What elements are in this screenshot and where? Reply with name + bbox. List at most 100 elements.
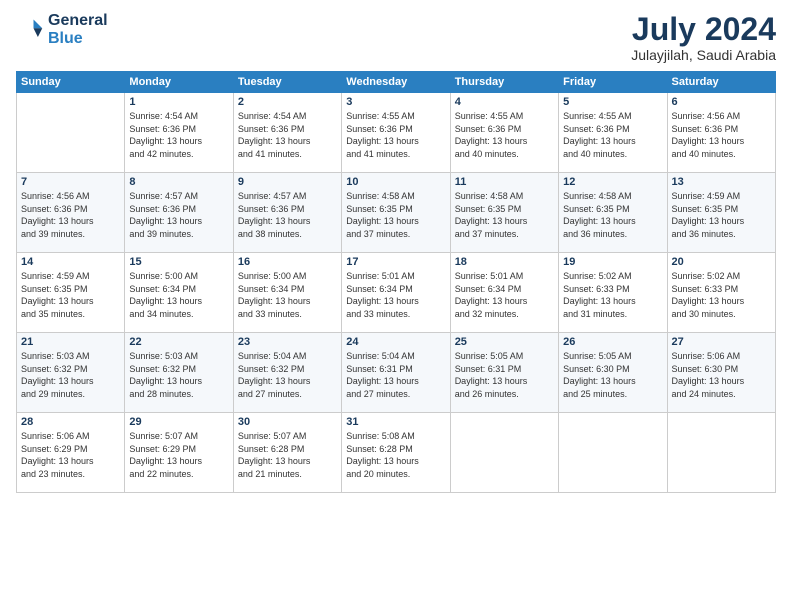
day-info: Sunrise: 5:08 AM Sunset: 6:28 PM Dayligh… <box>346 430 445 480</box>
day-cell: 15Sunrise: 5:00 AM Sunset: 6:34 PM Dayli… <box>125 253 233 333</box>
day-cell: 14 Sunrise: 4:59 AM Sunset: 6:35 PM Dayli… <box>17 253 125 333</box>
day-cell: 19 Sunrise: 5:02 AM Sunset: 6:33 PM Dayli… <box>559 253 667 333</box>
header: General Blue July 2024 Julayjilah, Saudi… <box>16 12 776 63</box>
day-cell: 6Sunrise: 4:56 AM Sunset: 6:36 PM Daylig… <box>667 93 775 173</box>
column-header-tuesday: Tuesday <box>233 72 341 93</box>
day-info: Sunrise: 4:56 AM Sunset: 6:36 PM Dayligh… <box>672 110 771 160</box>
day-info: Sunrise: 5:07 AM Sunset: 6:29 PM Dayligh… <box>129 430 228 480</box>
day-cell <box>667 413 775 493</box>
day-info: Sunrise: 5:02 AM Sunset: 6:33 PM Dayligh… <box>672 270 771 320</box>
day-info: Sunrise: 5:03 AM Sunset: 6:32 PM Dayligh… <box>129 350 228 400</box>
day-info: Sunrise: 5:04 AM Sunset: 6:31 PM Dayligh… <box>346 350 445 400</box>
month-title: July 2024 <box>631 12 776 47</box>
header-row: SundayMondayTuesdayWednesdayThursdayFrid… <box>17 72 776 93</box>
day-info: Sunrise: 5:03 AM Sunset: 6:32 PM Dayligh… <box>21 350 120 400</box>
week-row-2: 7Sunrise: 4:56 AM Sunset: 6:36 PM Daylig… <box>17 173 776 253</box>
column-header-saturday: Saturday <box>667 72 775 93</box>
day-cell: 12 Sunrise: 4:58 AM Sunset: 6:35 PM Dayli… <box>559 173 667 253</box>
day-cell: 25 Sunrise: 5:05 AM Sunset: 6:31 PM Dayli… <box>450 333 558 413</box>
day-cell: 23Sunrise: 5:04 AM Sunset: 6:32 PM Dayli… <box>233 333 341 413</box>
day-number: 26 <box>563 336 662 348</box>
day-info: Sunrise: 5:05 AM Sunset: 6:30 PM Dayligh… <box>563 350 662 400</box>
title-block: July 2024 Julayjilah, Saudi Arabia <box>631 12 776 63</box>
column-header-friday: Friday <box>559 72 667 93</box>
week-row-5: 28 Sunrise: 5:06 AM Sunset: 6:29 PM Dayli… <box>17 413 776 493</box>
day-info: Sunrise: 4:58 AM Sunset: 6:35 PM Dayligh… <box>346 190 445 240</box>
day-number: 30 <box>238 416 337 428</box>
day-number: 12 <box>563 176 662 188</box>
logo: General Blue <box>16 12 108 47</box>
day-cell: 27 Sunrise: 5:06 AM Sunset: 6:30 PM Dayli… <box>667 333 775 413</box>
day-number: 19 <box>563 256 662 268</box>
day-info: Sunrise: 5:06 AM Sunset: 6:29 PM Dayligh… <box>21 430 120 480</box>
day-cell: 1 Sunrise: 4:54 AM Sunset: 6:36 PM Daylig… <box>125 93 233 173</box>
day-info: Sunrise: 4:55 AM Sunset: 6:36 PM Dayligh… <box>563 110 662 160</box>
column-header-thursday: Thursday <box>450 72 558 93</box>
day-info: Sunrise: 4:54 AM Sunset: 6:36 PM Dayligh… <box>129 110 228 160</box>
day-number: 1 <box>129 96 228 108</box>
day-cell: 31 Sunrise: 5:08 AM Sunset: 6:28 PM Dayli… <box>342 413 450 493</box>
day-cell: 24 Sunrise: 5:04 AM Sunset: 6:31 PM Dayli… <box>342 333 450 413</box>
day-info: Sunrise: 4:55 AM Sunset: 6:36 PM Dayligh… <box>346 110 445 160</box>
day-info: Sunrise: 5:07 AM Sunset: 6:28 PM Dayligh… <box>238 430 337 480</box>
week-row-1: 1 Sunrise: 4:54 AM Sunset: 6:36 PM Daylig… <box>17 93 776 173</box>
day-number: 3 <box>346 96 445 108</box>
day-info: Sunrise: 5:02 AM Sunset: 6:33 PM Dayligh… <box>563 270 662 320</box>
logo-icon <box>16 16 44 44</box>
day-cell: 28 Sunrise: 5:06 AM Sunset: 6:29 PM Dayli… <box>17 413 125 493</box>
day-number: 9 <box>238 176 337 188</box>
day-cell: 17 Sunrise: 5:01 AM Sunset: 6:34 PM Dayli… <box>342 253 450 333</box>
logo-text: General Blue <box>48 12 108 47</box>
day-number: 25 <box>455 336 554 348</box>
day-cell <box>450 413 558 493</box>
day-cell <box>17 93 125 173</box>
day-info: Sunrise: 4:59 AM Sunset: 6:35 PM Dayligh… <box>672 190 771 240</box>
day-cell: 3 Sunrise: 4:55 AM Sunset: 6:36 PM Daylig… <box>342 93 450 173</box>
calendar-table: SundayMondayTuesdayWednesdayThursdayFrid… <box>16 71 776 493</box>
day-info: Sunrise: 5:01 AM Sunset: 6:34 PM Dayligh… <box>455 270 554 320</box>
day-info: Sunrise: 4:55 AM Sunset: 6:36 PM Dayligh… <box>455 110 554 160</box>
day-number: 31 <box>346 416 445 428</box>
day-number: 24 <box>346 336 445 348</box>
day-info: Sunrise: 4:57 AM Sunset: 6:36 PM Dayligh… <box>129 190 228 240</box>
day-cell: 16Sunrise: 5:00 AM Sunset: 6:34 PM Dayli… <box>233 253 341 333</box>
day-number: 17 <box>346 256 445 268</box>
day-info: Sunrise: 4:58 AM Sunset: 6:35 PM Dayligh… <box>455 190 554 240</box>
day-info: Sunrise: 4:59 AM Sunset: 6:35 PM Dayligh… <box>21 270 120 320</box>
day-number: 11 <box>455 176 554 188</box>
column-header-sunday: Sunday <box>17 72 125 93</box>
day-info: Sunrise: 5:06 AM Sunset: 6:30 PM Dayligh… <box>672 350 771 400</box>
day-number: 14 <box>21 256 120 268</box>
day-number: 8 <box>129 176 228 188</box>
day-number: 29 <box>129 416 228 428</box>
day-cell: 13 Sunrise: 4:59 AM Sunset: 6:35 PM Dayli… <box>667 173 775 253</box>
day-info: Sunrise: 5:00 AM Sunset: 6:34 PM Dayligh… <box>129 270 228 320</box>
day-cell: 7Sunrise: 4:56 AM Sunset: 6:36 PM Daylig… <box>17 173 125 253</box>
day-cell <box>559 413 667 493</box>
day-number: 27 <box>672 336 771 348</box>
day-number: 21 <box>21 336 120 348</box>
day-cell: 8 Sunrise: 4:57 AM Sunset: 6:36 PM Daylig… <box>125 173 233 253</box>
day-cell: 4Sunrise: 4:55 AM Sunset: 6:36 PM Daylig… <box>450 93 558 173</box>
day-cell: 20Sunrise: 5:02 AM Sunset: 6:33 PM Dayli… <box>667 253 775 333</box>
day-number: 28 <box>21 416 120 428</box>
day-cell: 11 Sunrise: 4:58 AM Sunset: 6:35 PM Dayli… <box>450 173 558 253</box>
day-info: Sunrise: 5:04 AM Sunset: 6:32 PM Dayligh… <box>238 350 337 400</box>
day-cell: 18Sunrise: 5:01 AM Sunset: 6:34 PM Dayli… <box>450 253 558 333</box>
day-number: 22 <box>129 336 228 348</box>
day-info: Sunrise: 5:01 AM Sunset: 6:34 PM Dayligh… <box>346 270 445 320</box>
day-cell: 26 Sunrise: 5:05 AM Sunset: 6:30 PM Dayli… <box>559 333 667 413</box>
day-number: 5 <box>563 96 662 108</box>
day-info: Sunrise: 4:58 AM Sunset: 6:35 PM Dayligh… <box>563 190 662 240</box>
page: General Blue July 2024 Julayjilah, Saudi… <box>0 0 792 612</box>
day-cell: 29 Sunrise: 5:07 AM Sunset: 6:29 PM Dayli… <box>125 413 233 493</box>
location: Julayjilah, Saudi Arabia <box>631 47 776 63</box>
column-header-monday: Monday <box>125 72 233 93</box>
day-number: 13 <box>672 176 771 188</box>
day-cell: 21 Sunrise: 5:03 AM Sunset: 6:32 PM Dayli… <box>17 333 125 413</box>
day-number: 10 <box>346 176 445 188</box>
day-number: 2 <box>238 96 337 108</box>
day-cell: 30 Sunrise: 5:07 AM Sunset: 6:28 PM Dayli… <box>233 413 341 493</box>
day-info: Sunrise: 5:00 AM Sunset: 6:34 PM Dayligh… <box>238 270 337 320</box>
day-info: Sunrise: 5:05 AM Sunset: 6:31 PM Dayligh… <box>455 350 554 400</box>
